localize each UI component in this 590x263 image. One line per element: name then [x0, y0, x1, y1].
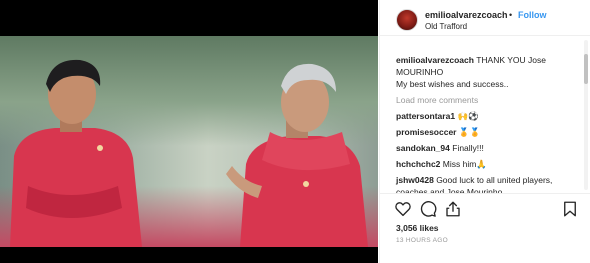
post-sidebar: emilioalvarezcoach • Follow Old Trafford… — [379, 0, 590, 263]
post-photo-pane — [0, 0, 378, 263]
photo-scene-illustration — [10, 59, 368, 247]
caption-text-2: My best wishes and success.. — [396, 79, 509, 89]
scrollbar-thumb[interactable] — [584, 54, 588, 84]
comment-text: Finally!!! — [452, 143, 484, 153]
list-item: jshw0428 Good luck to all united players… — [396, 174, 576, 193]
comment-username[interactable]: promisesoccer — [396, 127, 456, 137]
caption-username[interactable]: emilioalvarezcoach — [396, 55, 474, 65]
list-item: hchchchc2 Miss him🙏 — [396, 158, 576, 170]
header-username[interactable]: emilioalvarezcoach — [425, 10, 508, 20]
comments-scrollbar[interactable] — [584, 40, 588, 190]
list-item: promisesoccer 🏅🏅 — [396, 126, 576, 138]
comment-text: 🙌⚽ — [457, 111, 479, 121]
post-header: emilioalvarezcoach • Follow Old Trafford — [380, 0, 590, 36]
likes-count[interactable]: 3,056 likes — [396, 223, 439, 233]
post-caption: emilioalvarezcoach THANK YOU Jose MOURIN… — [396, 54, 576, 90]
post-actions: 3,056 likes 13 HOURS AGO — [380, 193, 590, 263]
comment-username[interactable]: hchchchc2 — [396, 159, 440, 169]
post-photo[interactable] — [0, 36, 378, 247]
comment-icon[interactable] — [419, 200, 437, 218]
comments-list: emilioalvarezcoach THANK YOU Jose MOURIN… — [380, 37, 580, 193]
location-link[interactable]: Old Trafford — [425, 22, 467, 31]
right-coach-figure — [226, 63, 368, 247]
comment-text: 🏅🏅 — [458, 127, 481, 137]
comment-text: Miss him🙏 — [442, 159, 487, 169]
comment-username[interactable]: sandokan_94 — [396, 143, 450, 153]
avatar[interactable] — [396, 9, 418, 31]
header-separator: • — [509, 10, 513, 20]
comment-username[interactable]: pattersontara1 — [396, 111, 455, 121]
load-more-comments-button[interactable]: Load more comments — [396, 94, 580, 106]
list-item: sandokan_94 Finally!!! — [396, 142, 576, 154]
comment-username[interactable]: jshw0428 — [396, 175, 434, 185]
follow-button[interactable]: Follow — [518, 10, 547, 20]
bookmark-icon[interactable] — [561, 200, 579, 218]
left-coach-figure — [10, 59, 142, 247]
share-icon[interactable] — [444, 200, 462, 218]
list-item: pattersontara1 🙌⚽ — [396, 110, 576, 122]
heart-icon[interactable] — [394, 200, 412, 218]
post-timestamp: 13 HOURS AGO — [396, 237, 449, 244]
